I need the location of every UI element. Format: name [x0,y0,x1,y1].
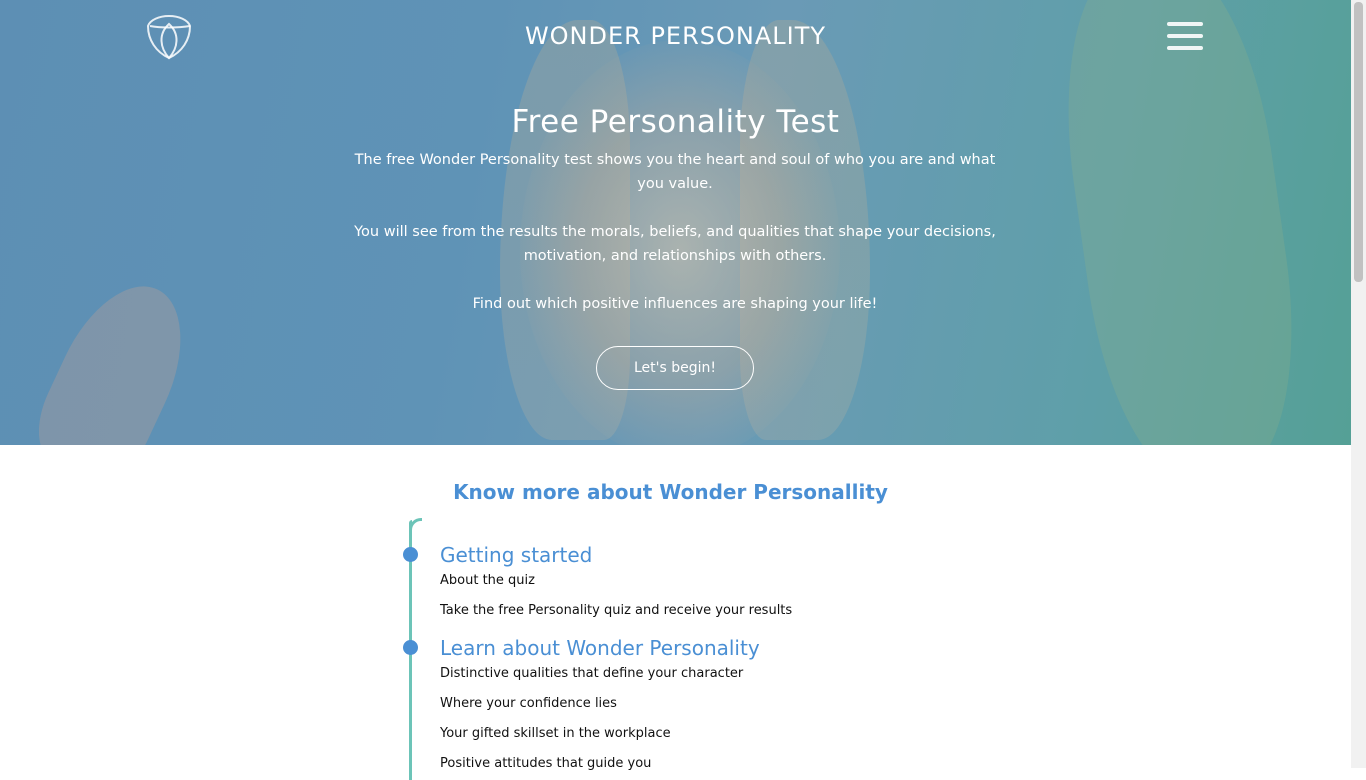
timeline-dot-getting-started [403,547,418,562]
hero-photo-hand [22,266,208,445]
group-title-learn-about[interactable]: Learn about Wonder Personality [440,636,760,660]
link-confidence[interactable]: Where your confidence lies [440,696,617,711]
about-section-title: Know more about Wonder Personallity [453,480,888,504]
scrollbar-thumb[interactable] [1354,2,1363,282]
hero-paragraph-3: Find out which positive influences are s… [472,296,878,312]
hamburger-menu-icon[interactable] [1167,22,1203,50]
link-gifted-skillset[interactable]: Your gifted skillset in the workplace [440,726,671,741]
link-distinctive-qualities[interactable]: Distinctive qualities that define your c… [440,666,743,681]
hero-paragraph-2: You will see from the results the morals… [354,224,996,264]
page-scrollbar[interactable] [1351,0,1366,768]
lets-begin-button[interactable]: Let's begin! [596,346,754,390]
link-take-the-quiz[interactable]: Take the free Personality quiz and recei… [440,603,792,618]
link-about-the-quiz[interactable]: About the quiz [440,573,535,588]
hero-paragraph-1: The free Wonder Personality test shows y… [354,152,996,192]
hero-photo-arm [1044,0,1316,445]
hero-banner: WONDER PERSONALITY Free Personality Test… [0,0,1351,445]
link-positive-attitudes[interactable]: Positive attitudes that guide you [440,756,651,771]
timeline-dot-learn-about [403,640,418,655]
site-title[interactable]: WONDER PERSONALITY [0,22,1351,50]
hero-title: Free Personality Test [511,104,840,140]
group-title-getting-started[interactable]: Getting started [440,543,592,567]
